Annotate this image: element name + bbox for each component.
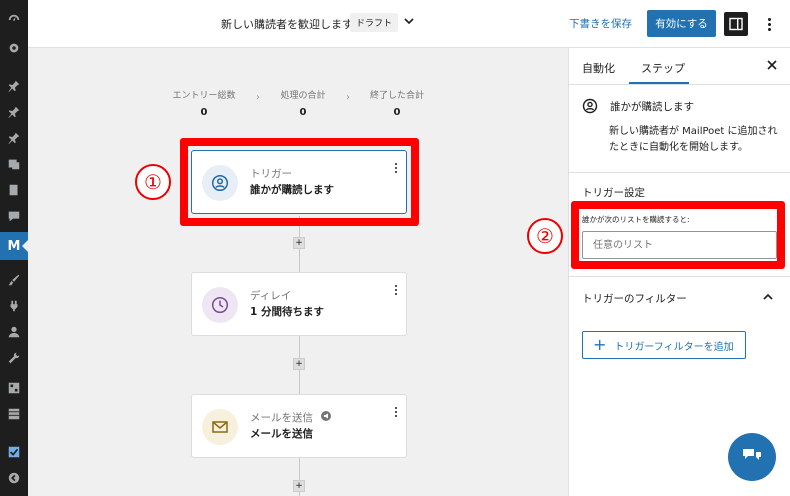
highlight-box-trigger xyxy=(180,138,419,226)
trigger-settings-title: トリガー設定 xyxy=(582,187,645,199)
app-root: M 新しい購読者を歓迎します ドラフト 下書きを保存 有効にする エントリー総数… xyxy=(0,0,790,496)
checkbox-icon[interactable] xyxy=(6,444,22,460)
tab-automation[interactable]: 自動化 xyxy=(582,60,615,76)
stat-completed: 終了した合計 0 xyxy=(352,88,442,118)
media-icon[interactable] xyxy=(6,156,22,172)
stat-label: 処理の合計 xyxy=(280,91,326,101)
add-step-button[interactable]: + xyxy=(293,358,305,370)
step-menu-icon[interactable] xyxy=(394,285,398,299)
add-trigger-filter-button[interactable]: + トリガーフィルターを追加 xyxy=(582,331,746,359)
highlight-box-list-field xyxy=(571,201,785,269)
megaphone-icon xyxy=(321,411,331,421)
tab-step[interactable]: ステップ xyxy=(641,60,685,76)
step-menu-icon[interactable] xyxy=(394,407,398,421)
divider xyxy=(569,276,790,277)
plugin-icon[interactable] xyxy=(6,298,22,314)
gear-icon[interactable] xyxy=(6,40,22,56)
workflow-title[interactable]: 新しい購読者を歓迎します xyxy=(221,16,353,32)
chevron-up-icon[interactable] xyxy=(762,291,774,303)
chat-support-button[interactable] xyxy=(728,433,776,481)
add-step-button[interactable]: + xyxy=(293,237,305,249)
status-badge: ドラフト xyxy=(350,13,399,32)
divider xyxy=(569,172,790,173)
settings-panel: 自動化 ステップ 誰かが購読します 新しい購読者が MailPoet に追加され… xyxy=(568,48,790,496)
mailpoet-logo-icon: M xyxy=(7,238,21,254)
user-icon[interactable] xyxy=(6,324,22,340)
pin-icon[interactable] xyxy=(6,78,22,94)
dashboard-icon[interactable] xyxy=(6,12,22,28)
panel-tabs: 自動化 ステップ xyxy=(569,48,790,85)
close-icon[interactable] xyxy=(765,58,779,72)
clock-icon xyxy=(202,287,238,323)
table-icon[interactable] xyxy=(6,406,22,422)
stat-entries: エントリー総数 0 xyxy=(159,88,249,118)
trigger-description: 新しい購読者が MailPoet に追加されたときに自動化を開始します。 xyxy=(609,126,778,153)
stat-value: 0 xyxy=(393,107,401,118)
sidebar-toggle-button[interactable] xyxy=(724,12,748,36)
editor-header: 新しい購読者を歓迎します ドラフト 下書きを保存 有効にする xyxy=(28,0,790,48)
trigger-summary: 誰かが購読します xyxy=(582,98,694,114)
wrench-icon[interactable] xyxy=(6,350,22,366)
active-tab-indicator xyxy=(629,82,689,84)
callout-2: ② xyxy=(527,218,563,254)
person-circle-icon xyxy=(582,98,598,114)
workflow-canvas: エントリー総数 0 › 処理の合計 0 › 終了した合計 0 + + + トリガ… xyxy=(28,48,568,496)
callout-1: ① xyxy=(135,164,171,200)
more-options-icon[interactable] xyxy=(762,14,776,34)
envelope-icon xyxy=(202,409,238,445)
step-card-send-email[interactable]: メールを送信 メールを送信 xyxy=(191,394,407,458)
comment-icon[interactable] xyxy=(6,208,22,224)
pin-icon[interactable] xyxy=(6,104,22,120)
step-name: メールを送信 xyxy=(250,428,313,440)
chevron-down-icon[interactable] xyxy=(402,14,416,28)
save-draft-button[interactable]: 下書きを保存 xyxy=(569,16,632,31)
sidebar-icon xyxy=(729,17,743,31)
activate-button[interactable]: 有効にする xyxy=(647,10,716,37)
step-type: ディレイ xyxy=(250,290,292,302)
step-name: 1 分間待ちます xyxy=(250,306,324,318)
add-step-button[interactable]: + xyxy=(293,480,305,492)
trigger-filters-title[interactable]: トリガーのフィルター xyxy=(582,291,687,306)
stat-value: 0 xyxy=(299,107,307,118)
collapse-menu-icon[interactable] xyxy=(6,470,22,486)
step-card-delay[interactable]: ディレイ 1 分間待ちます xyxy=(191,272,407,336)
step-type: メールを送信 xyxy=(250,412,313,424)
stat-processed: 処理の合計 0 xyxy=(258,88,348,118)
chat-icon xyxy=(743,449,761,460)
pin-icon[interactable] xyxy=(6,130,22,146)
pages-icon[interactable] xyxy=(6,182,22,198)
stat-label: 終了した合計 xyxy=(369,91,424,101)
add-filter-label: トリガーフィルターを追加 xyxy=(614,341,734,353)
stat-value: 0 xyxy=(200,107,208,118)
settings-grid-icon[interactable] xyxy=(6,380,22,396)
chevron-right-icon: › xyxy=(346,92,350,103)
stat-label: エントリー総数 xyxy=(172,91,236,101)
trigger-title: 誰かが購読します xyxy=(610,100,694,113)
plus-icon: + xyxy=(593,335,607,354)
brush-icon[interactable] xyxy=(6,272,22,288)
